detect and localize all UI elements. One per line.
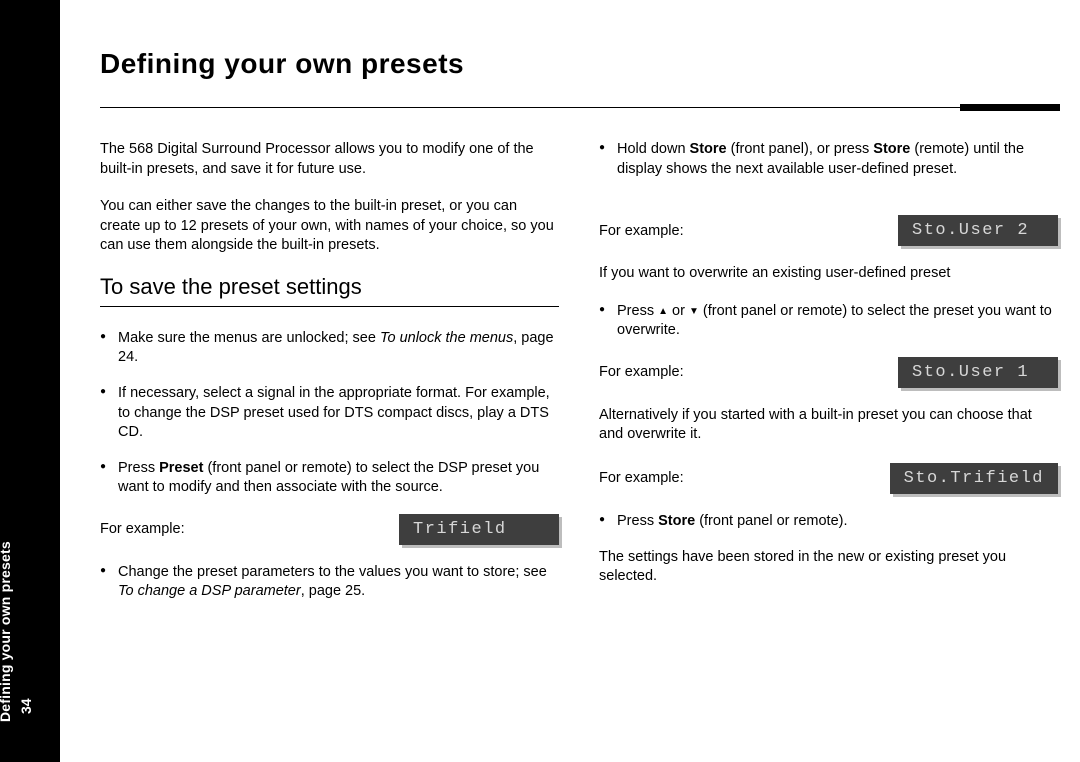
page-number: 34 [18, 698, 34, 714]
lcd-display-sto-user-2: Sto.User 2 [898, 215, 1058, 246]
example-sto-trifield-row: For example: Sto.Trifield [599, 463, 1058, 494]
step-press-arrows: Press ▲ or ▼ (front panel or remote) to … [599, 302, 1058, 341]
subheading-rule [100, 306, 559, 307]
step-unlock-menus: Make sure the menus are unlocked; see To… [100, 329, 559, 368]
for-example-label: For example: [599, 470, 684, 486]
content-area: Defining your own presets The 568 Digita… [100, 48, 1058, 618]
down-arrow-icon: ▼ [689, 306, 699, 317]
sidebar-black: 34 Defining your own presets [0, 0, 60, 762]
sidebar-section-title: Defining your own presets [0, 541, 13, 722]
for-example-label: For example: [599, 364, 684, 380]
up-arrow-icon: ▲ [658, 306, 668, 317]
step-press-store-final: Press Store (front panel or remote). [599, 512, 1058, 532]
lcd-display-trifield: Trifield [399, 514, 559, 545]
step-select-signal: If necessary, select a signal in the app… [100, 384, 559, 443]
intro-paragraph-2: You can either save the changes to the b… [100, 197, 559, 256]
example-user1-row: For example: Sto.User 1 [599, 357, 1058, 388]
alternative-overwrite-text: Alternatively if you started with a buil… [599, 406, 1058, 445]
overwrite-existing-text: If you want to overwrite an existing use… [599, 264, 1058, 284]
step-change-parameters: Change the preset parameters to the valu… [100, 563, 559, 602]
page-title: Defining your own presets [100, 48, 1058, 80]
manual-page: 34 Defining your own presets Defining yo… [0, 0, 1080, 762]
for-example-label: For example: [100, 521, 185, 537]
left-column: The 568 Digital Surround Processor allow… [100, 140, 559, 618]
intro-paragraph-1: The 568 Digital Surround Processor allow… [100, 140, 559, 179]
stored-confirmation-text: The settings have been stored in the new… [599, 548, 1058, 587]
step-press-preset: Press Preset (front panel or remote) to … [100, 459, 559, 498]
step-hold-store: Hold down Store (front panel), or press … [599, 140, 1058, 179]
for-example-label: For example: [599, 223, 684, 239]
example-user2-row: For example: Sto.User 2 [599, 215, 1058, 246]
title-rule [100, 104, 1060, 112]
lcd-display-sto-user-1: Sto.User 1 [898, 357, 1058, 388]
example-trifield-row: For example: Trifield [100, 514, 559, 545]
lcd-display-sto-trifield: Sto.Trifield [890, 463, 1058, 494]
right-column: Hold down Store (front panel), or press … [599, 140, 1058, 618]
subheading: To save the preset settings [100, 274, 559, 300]
